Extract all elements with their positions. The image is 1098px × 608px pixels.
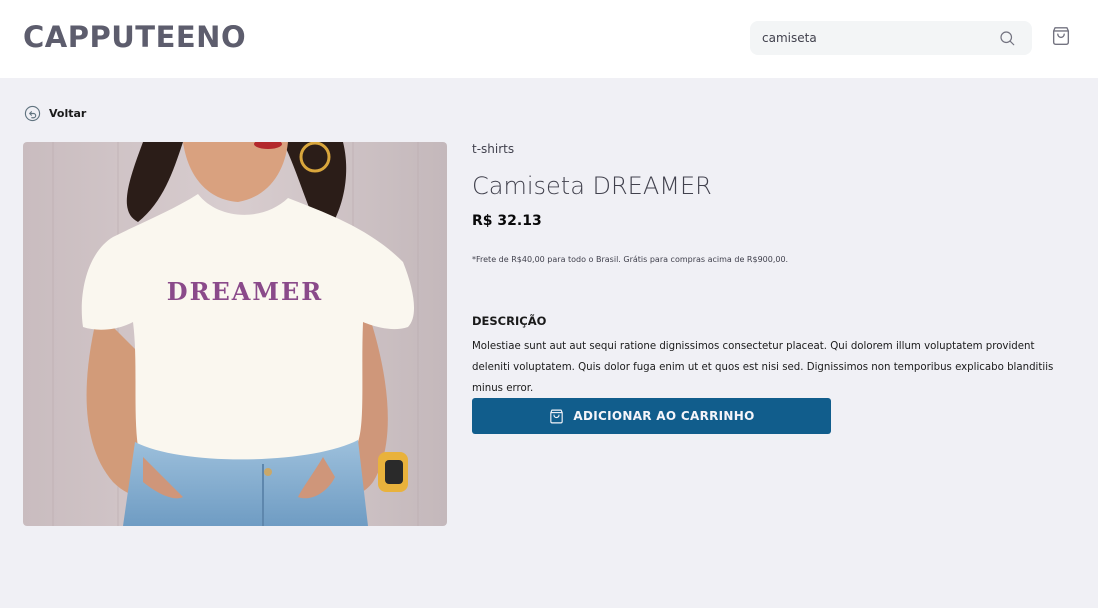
- back-arrow-icon: [24, 105, 41, 122]
- shipping-note: *Frete de R$40,00 para todo o Brasil. Gr…: [472, 255, 789, 264]
- description-heading: DESCRIÇÃO: [472, 314, 547, 328]
- add-to-cart-label: ADICIONAR AO CARRINHO: [573, 409, 755, 423]
- add-to-cart-button[interactable]: ADICIONAR AO CARRINHO: [472, 398, 831, 434]
- product-image: DREAMER: [23, 142, 447, 526]
- back-button[interactable]: Voltar: [24, 105, 86, 122]
- shirt-print-text: DREAMER: [167, 277, 323, 306]
- product-description: Molestiae sunt aut aut sequi ratione dig…: [472, 341, 1054, 394]
- back-label: Voltar: [49, 107, 87, 120]
- shopping-bag-icon[interactable]: [1050, 25, 1072, 47]
- shopping-bag-icon: [550, 409, 564, 423]
- product-price: R$ 32.13: [472, 213, 542, 229]
- search-input[interactable]: [762, 21, 992, 55]
- product-category: t-shirts: [472, 142, 515, 156]
- header: CAPPUTEENO: [0, 0, 1098, 78]
- product-photo: DREAMER: [23, 142, 447, 526]
- search-icon[interactable]: [998, 29, 1016, 47]
- product-title: Camiseta DREAMER: [472, 172, 712, 200]
- search-bar[interactable]: [750, 21, 1032, 55]
- logo[interactable]: CAPPUTEENO: [23, 20, 246, 54]
